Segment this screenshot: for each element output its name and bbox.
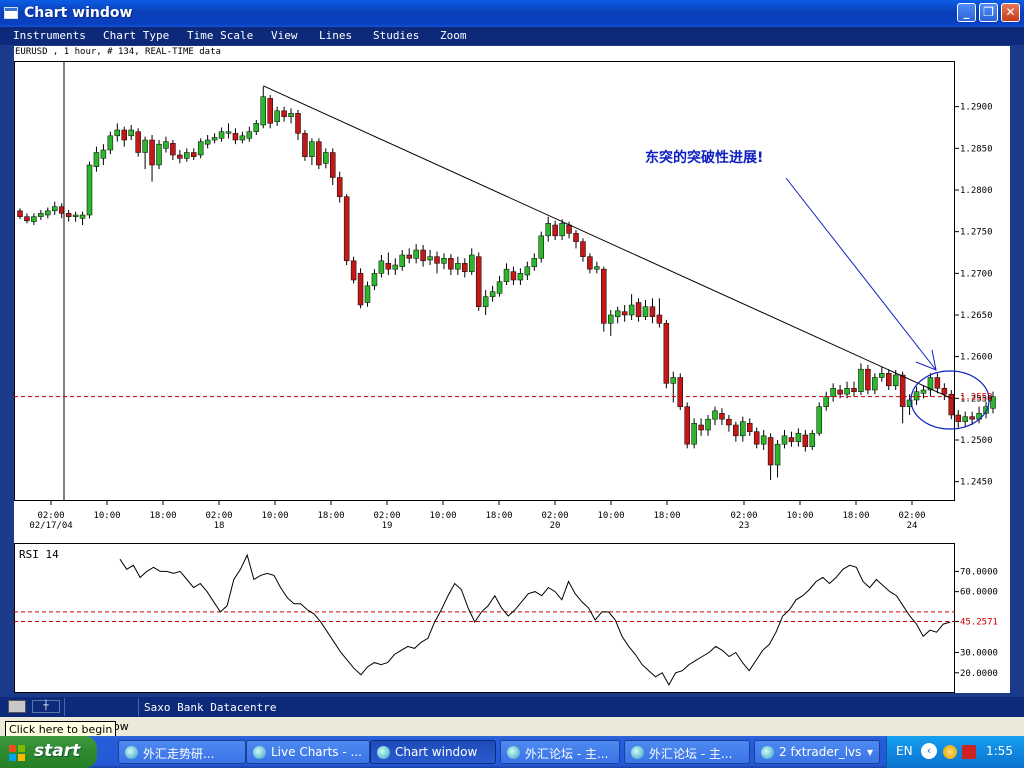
menu-lines[interactable]: Lines [319,29,352,42]
crosshair-tool-icon[interactable]: ┼ [32,700,60,713]
task-button-4[interactable]: 外汇论坛 - 主... [500,740,620,764]
menu-zoom[interactable]: Zoom [440,29,467,42]
instrument-info: EURUSD , 1 hour, # 134, REAL-TIME data [15,47,221,57]
show-hidden-icons-button[interactable]: ‹ [921,743,937,759]
clock[interactable]: 1:55 [986,744,1013,758]
menu-chart-type[interactable]: Chart Type [103,29,169,42]
window-title: Chart window [24,5,133,21]
price-axis-strip [955,46,1010,693]
menu-view[interactable]: View [271,29,298,42]
hint-bar [0,717,1024,736]
rsi-panel[interactable] [14,543,955,693]
menu-bar: Instruments Chart Type Time Scale View L… [0,27,1024,45]
time-axis-strip [14,501,955,543]
task-button-2[interactable]: Live Charts - ... [246,740,370,764]
task-button-1[interactable]: 外汇走势研... [118,740,246,764]
start-label: start [34,741,81,761]
task-button-chart-window[interactable]: Chart window [370,740,496,764]
status-separator [64,698,65,716]
maximize-button[interactable]: ❐ [979,3,998,22]
menu-time-scale[interactable]: Time Scale [187,29,253,42]
menu-instruments[interactable]: Instruments [13,29,86,42]
task-button-5[interactable]: 外汇论坛 - 主... [624,740,750,764]
status-separator [138,698,139,716]
ie-icon [253,746,266,759]
messenger-tray-icon[interactable] [943,745,957,759]
ie-icon [631,746,644,759]
minimize-button[interactable]: _ [957,3,976,22]
menu-studies[interactable]: Studies [373,29,419,42]
window-toggle-icon[interactable] [8,700,26,713]
windows-logo-icon [9,745,25,761]
ie-icon [761,746,774,759]
app-tray-icon[interactable] [962,745,976,759]
start-button[interactable]: start [0,736,97,768]
title-bar[interactable]: Chart window _ ❐ ✕ [0,0,1024,27]
price-panel[interactable] [14,61,955,501]
task-button-group[interactable]: 2 fxtrader_lvs ▾ [754,740,880,764]
close-button[interactable]: ✕ [1001,3,1020,22]
ie-icon [125,746,138,759]
datacentre-label: Saxo Bank Datacentre [144,701,277,714]
language-indicator[interactable]: EN [896,744,913,758]
ie-icon [377,746,390,759]
app-window-icon[interactable] [4,7,18,19]
ie-icon [507,746,520,759]
group-arrow-icon: ▾ [867,745,874,759]
